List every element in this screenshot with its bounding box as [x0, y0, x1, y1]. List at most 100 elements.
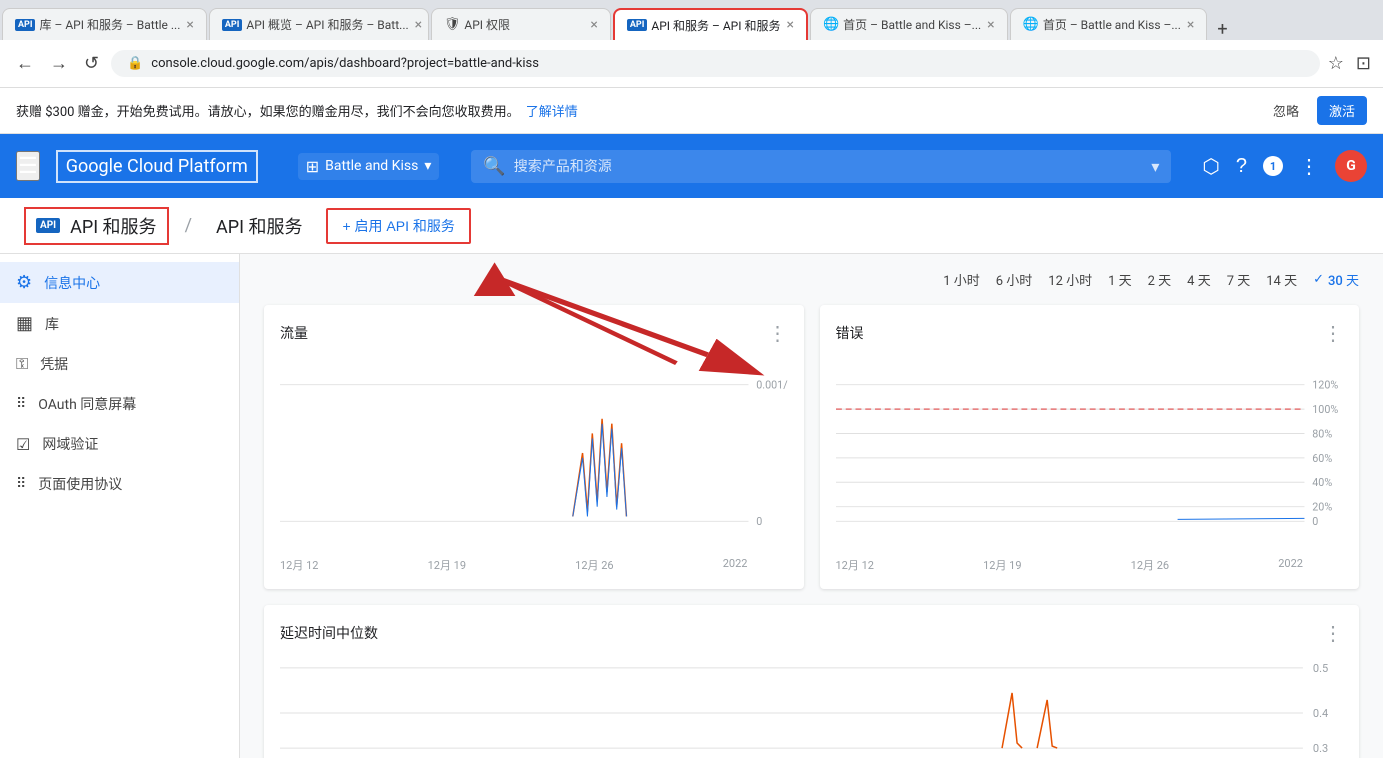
sidebar-label-oauth: OAuth 同意屏幕 [38, 394, 136, 414]
traffic-chart-svg: 0.001/s 0 [280, 353, 788, 553]
tab-api-badge: API [15, 19, 35, 31]
sidebar-item-tos[interactable]: ⠿ 页面使用协议 [0, 464, 239, 504]
project-name: Battle and Kiss [325, 158, 418, 174]
domain-icon: ☑ [16, 435, 30, 454]
tab-close-icon-4[interactable]: × [780, 17, 793, 33]
tab-globe-icon-2: 🌐 [1023, 17, 1039, 32]
search-expand-icon: ▾ [1151, 157, 1159, 176]
time-12h[interactable]: 12 小时 [1048, 270, 1092, 289]
time-30d[interactable]: ✓ 30 天 [1313, 270, 1359, 289]
new-tab-button[interactable]: + [1207, 19, 1237, 40]
help-icon-button[interactable]: ? [1236, 155, 1247, 178]
tab-homepage-2[interactable]: 🌐 首页 – Battle and Kiss –... × [1010, 8, 1208, 40]
traffic-x-label-1: 12月 19 [428, 557, 466, 573]
sidebar-item-domain[interactable]: ☑ 网域验证 [0, 424, 239, 464]
search-bar[interactable]: 🔍 搜索产品和资源 ▾ [471, 150, 1171, 183]
svg-text:0.5: 0.5 [1313, 662, 1328, 675]
hamburger-menu-button[interactable]: ☰ [16, 151, 40, 181]
sidebar-item-dashboard[interactable]: ⚙ 信息中心 [0, 262, 239, 303]
time-4d[interactable]: 4 天 [1187, 270, 1211, 289]
extension-icon[interactable]: ⊡ [1356, 53, 1371, 74]
time-1h[interactable]: 1 小时 [943, 270, 980, 289]
promo-link[interactable]: 了解详情 [526, 101, 578, 120]
tab-close-icon-6[interactable]: × [1181, 17, 1194, 33]
tab-api-badge-2: API [222, 19, 242, 31]
sidebar-item-credentials[interactable]: ⚿ 凭据 [0, 344, 239, 384]
back-button[interactable]: ← [12, 49, 38, 78]
notification-badge[interactable]: 1 [1263, 156, 1283, 176]
svg-text:60%: 60% [1312, 452, 1332, 465]
tab-permissions[interactable]: 🛡 API 权限 × [431, 8, 611, 40]
traffic-chart-menu[interactable]: ⋮ [768, 321, 788, 345]
enable-api-button[interactable]: + 启用 API 和服务 [326, 208, 470, 244]
traffic-x-label-2: 12月 26 [575, 557, 613, 573]
browser-bar: ← → ↺ 🔒 console.cloud.google.com/apis/da… [0, 40, 1383, 88]
nav-right-icons: ⬡ ? 1 ⋮ G [1202, 150, 1367, 182]
gcp-logo: Google Cloud Platform [56, 150, 258, 183]
address-bar[interactable]: 🔒 console.cloud.google.com/apis/dashboar… [111, 50, 1320, 77]
tab-api-badge-4: API [627, 19, 647, 31]
search-placeholder-text: 搜索产品和资源 [514, 156, 612, 176]
sidebar-item-library[interactable]: ▦ 库 [0, 303, 239, 344]
time-6h[interactable]: 6 小时 [996, 270, 1033, 289]
time-7d[interactable]: 7 天 [1227, 270, 1251, 289]
tab-overview[interactable]: API API 概览 – API 和服务 – Batt... × [209, 8, 429, 40]
api-badge: API [36, 218, 60, 233]
error-chart-x-labels: 12月 12 12月 19 12月 26 2022 [836, 557, 1344, 573]
svg-text:0.001/s: 0.001/s [756, 379, 787, 392]
tab-api-services[interactable]: API API 和服务 – API 和服务 × [613, 8, 808, 40]
tab-close-icon-2[interactable]: × [409, 17, 422, 33]
more-options-button[interactable]: ⋮ [1299, 154, 1319, 179]
project-selector[interactable]: ⊞ Battle and Kiss ▾ [298, 153, 440, 180]
project-grid-icon: ⊞ [306, 157, 319, 176]
time-30d-label: 30 天 [1328, 270, 1359, 289]
error-chart-area: 120% 100% 80% 60% 40% 20% 0 [836, 353, 1344, 553]
traffic-chart-header: 流量 ⋮ [280, 321, 788, 345]
time-1d[interactable]: 1 天 [1108, 270, 1132, 289]
time-filter: 1 小时 6 小时 12 小时 1 天 2 天 4 天 7 天 14 天 ✓ 3… [264, 270, 1359, 289]
tab-label: 库 – API 和服务 – Battle ... [39, 16, 180, 33]
time-2d[interactable]: 2 天 [1148, 270, 1172, 289]
toolbar-icons: ☆ ⊡ [1328, 53, 1371, 74]
svg-text:80%: 80% [1312, 427, 1332, 440]
tab-homepage-1[interactable]: 🌐 首页 – Battle and Kiss –... × [810, 8, 1008, 40]
latency-chart-menu[interactable]: ⋮ [1323, 621, 1343, 645]
error-chart-menu[interactable]: ⋮ [1323, 321, 1343, 345]
page-subtitle: API 和服务 [216, 213, 302, 239]
reload-button[interactable]: ↺ [80, 49, 103, 78]
error-chart-header: 错误 ⋮ [836, 321, 1344, 345]
bookmark-icon[interactable]: ☆ [1328, 53, 1344, 74]
dashboard-icon: ⚙ [16, 272, 32, 293]
sidebar-label-dashboard: 信息中心 [44, 273, 100, 293]
time-14d[interactable]: 14 天 [1266, 270, 1297, 289]
error-x-label-0: 12月 12 [836, 557, 874, 573]
tab-close-icon[interactable]: × [180, 17, 193, 33]
sidebar-item-oauth[interactable]: ⠿ OAuth 同意屏幕 [0, 384, 239, 424]
tab-label-3: API 权限 [464, 16, 510, 33]
address-text: console.cloud.google.com/apis/dashboard?… [151, 56, 539, 71]
forward-button[interactable]: → [46, 49, 72, 78]
breadcrumb-divider: / [185, 215, 192, 236]
svg-text:0.4: 0.4 [1313, 707, 1328, 720]
sidebar-label-tos: 页面使用协议 [38, 474, 122, 494]
share-icon-button[interactable]: ⬡ [1202, 154, 1219, 179]
error-x-label-2: 12月 26 [1131, 557, 1169, 573]
sidebar-label-library: 库 [45, 314, 59, 334]
top-nav: ☰ Google Cloud Platform ⊞ Battle and Kis… [0, 134, 1383, 198]
promo-dismiss-button[interactable]: 忽略 [1273, 101, 1299, 120]
latency-chart-svg: 0.5 0.4 0.3 [280, 653, 1343, 758]
traffic-x-label-0: 12月 12 [280, 557, 318, 573]
page-title: API 和服务 [70, 213, 156, 239]
error-chart-card: 错误 ⋮ [820, 305, 1360, 589]
svg-text:40%: 40% [1312, 476, 1332, 489]
latency-chart-card: 延迟时间中位数 ⋮ 0.5 0.4 0.3 [264, 605, 1359, 758]
tos-icon: ⠿ [16, 476, 26, 492]
tab-close-icon-5[interactable]: × [981, 17, 994, 33]
page-title-section: API API 和服务 [24, 207, 169, 245]
promo-activate-button[interactable]: 激活 [1317, 96, 1367, 125]
tab-library[interactable]: API 库 – API 和服务 – Battle ... × [2, 8, 207, 40]
tab-close-icon-3[interactable]: × [584, 17, 597, 33]
tab-label-4: API 和服务 – API 和服务 [651, 17, 780, 34]
traffic-chart-area: 0.001/s 0 [280, 353, 788, 553]
user-avatar[interactable]: G [1335, 150, 1367, 182]
